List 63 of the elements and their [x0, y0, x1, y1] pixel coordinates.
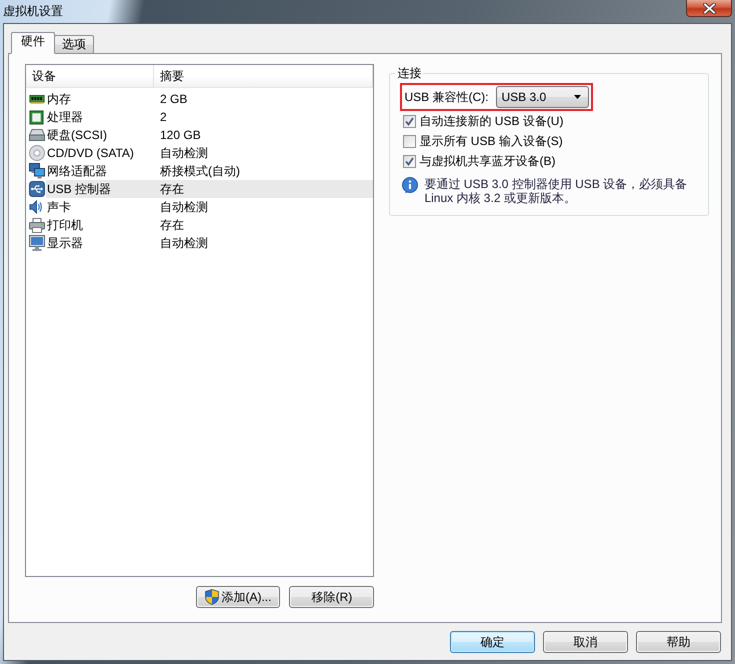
- device-row[interactable]: 硬盘(SCSI) 120 GB: [26, 126, 374, 144]
- device-row[interactable]: CD/DVD (SATA) 自动检测: [26, 144, 374, 162]
- caret-icon: [574, 95, 582, 99]
- column-header[interactable]: 设备: [26, 65, 154, 87]
- device-row[interactable]: 声卡 自动检测: [26, 198, 374, 216]
- disc-icon: [29, 145, 45, 161]
- device-summary: 自动检测: [159, 198, 208, 216]
- device-row[interactable]: 打印机 存在: [26, 216, 374, 234]
- device-summary: 自动检测: [159, 144, 208, 162]
- field-label: USB 兼容性(C):: [404, 88, 488, 106]
- device-summary: 自动检测: [159, 234, 208, 252]
- group-title: 连接: [396, 66, 422, 80]
- chip-icon: [29, 110, 44, 124]
- add-button[interactable]: 添加(A)...: [196, 586, 280, 608]
- remove-button[interactable]: 移除(R): [289, 586, 374, 608]
- checkbox-label[interactable]: 与虚拟机共享蓝牙设备(B): [419, 152, 556, 170]
- dialog-button[interactable]: 取消: [543, 631, 628, 653]
- dialog-button[interactable]: 确定: [450, 631, 535, 653]
- device-row[interactable]: 网络适配器 桥接模式(自动): [26, 162, 374, 180]
- device-summary: 120 GB: [159, 128, 201, 142]
- usb-compatibility-dropdown[interactable]: USB 3.0: [496, 86, 590, 108]
- usb-icon: [29, 181, 45, 197]
- monitor-icon: [29, 235, 45, 251]
- checkbox-label[interactable]: 显示所有 USB 输入设备(S): [419, 132, 563, 150]
- tab[interactable]: 硬件: [11, 32, 55, 54]
- close-button[interactable]: [686, 0, 732, 17]
- checkbox[interactable]: [403, 134, 416, 148]
- column-header[interactable]: 摘要: [154, 65, 374, 87]
- tab[interactable]: 选项: [54, 35, 94, 54]
- window-title: 虚拟机设置: [3, 3, 63, 20]
- check-icon: [405, 116, 414, 126]
- device-name: 声卡: [46, 198, 71, 216]
- device-name: CD/DVD (SATA): [46, 146, 134, 160]
- check-icon: [405, 156, 414, 166]
- device-name: 处理器: [46, 108, 83, 126]
- shield-icon: [205, 589, 220, 605]
- info-note: 要通过 USB 3.0 控制器使用 USB 设备，必须具备 Linux 内核 3.2 或更新版本。: [424, 177, 688, 205]
- device-summary: 存在: [159, 216, 184, 234]
- device-summary: 存在: [159, 180, 184, 198]
- checkbox[interactable]: [403, 114, 416, 128]
- device-name: 硬盘(SCSI): [46, 126, 107, 144]
- device-summary: 2 GB: [159, 92, 188, 106]
- device-row[interactable]: 处理器 2: [26, 108, 374, 126]
- hard-drive-icon: [29, 129, 45, 141]
- close-icon: [702, 2, 716, 14]
- device-name: 打印机: [46, 216, 83, 234]
- speaker-icon: [29, 199, 43, 215]
- device-row[interactable]: 显示器 自动检测: [26, 234, 374, 252]
- memory-module-icon: [29, 94, 45, 104]
- device-name: USB 控制器: [46, 180, 112, 198]
- device-name: 网络适配器: [46, 162, 107, 180]
- printer-icon: [29, 218, 45, 232]
- device-row[interactable]: USB 控制器 存在: [26, 180, 374, 198]
- device-row[interactable]: 内存 2 GB: [26, 90, 374, 108]
- two-monitors-icon: [29, 163, 45, 179]
- device-summary: 2: [159, 110, 167, 124]
- device-name: 内存: [46, 90, 71, 108]
- device-summary: 桥接模式(自动): [159, 162, 240, 180]
- dialog-button[interactable]: 帮助: [636, 631, 721, 653]
- device-name: 显示器: [46, 234, 83, 252]
- info-icon: [402, 177, 418, 194]
- checkbox-label[interactable]: 自动连接新的 USB 设备(U): [419, 112, 564, 130]
- checkbox[interactable]: [403, 154, 416, 168]
